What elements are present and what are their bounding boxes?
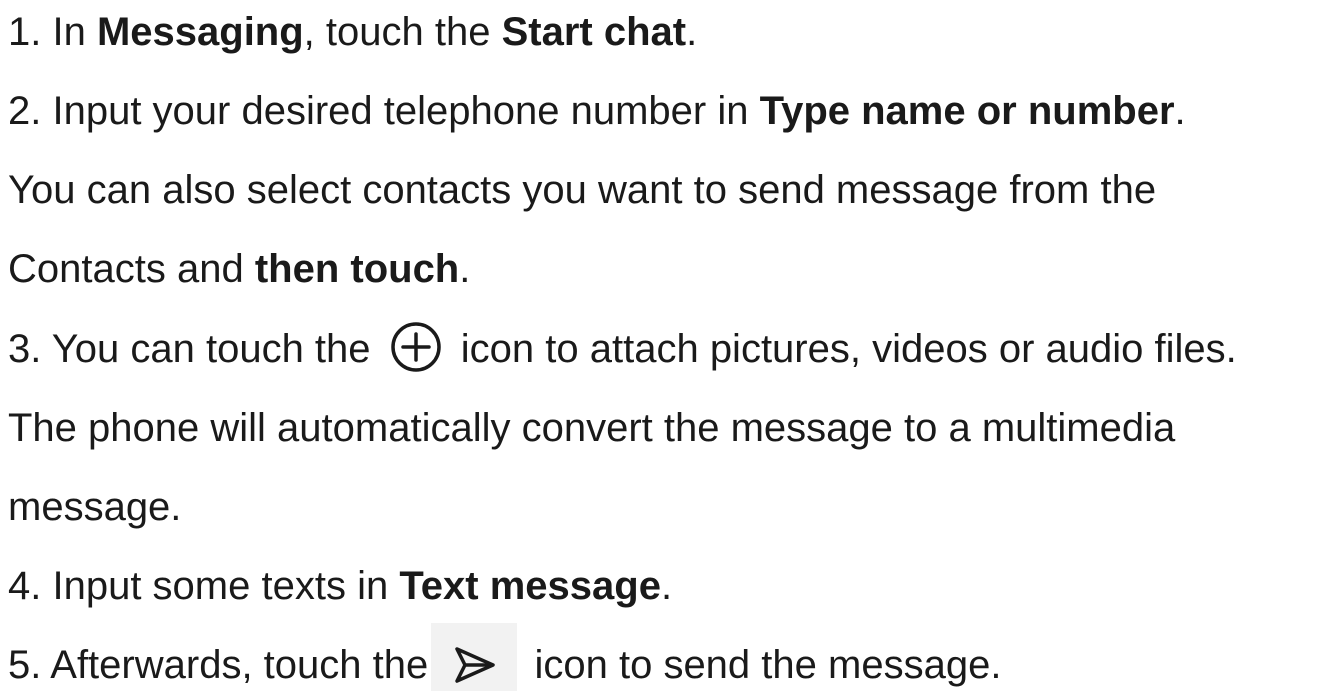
step-2-continuation-2: Contacts and then touch. bbox=[8, 245, 470, 293]
step-2-then-touch-term: then touch bbox=[254, 247, 460, 291]
step-4-prefix: 4. Input some texts in bbox=[8, 564, 400, 608]
step-5-prefix: 5. Afterwards, touch the bbox=[8, 643, 440, 687]
step-4-suffix: . bbox=[660, 564, 673, 608]
step-3-cont1-text: The phone will automatically convert the… bbox=[8, 406, 1176, 450]
step-2-suffix: . bbox=[1174, 89, 1186, 133]
step-3-line: 3. You can touch the icon to attach pict… bbox=[8, 322, 1237, 373]
step-1-start-chat-term: Start chat bbox=[501, 10, 687, 54]
plus-circle-icon bbox=[382, 321, 450, 373]
step-1-line: 1. In Messaging, touch the Start chat. bbox=[8, 8, 697, 56]
step-2-continuation-1: You can also select contacts you want to… bbox=[8, 166, 1156, 214]
step-3-suffix: icon to attach pictures, videos or audio… bbox=[449, 327, 1237, 371]
step-2-cont1-text: You can also select contacts you want to… bbox=[8, 168, 1157, 212]
step-2-line: 2. Input your desired telephone number i… bbox=[8, 87, 1186, 135]
step-5-line: 5. Afterwards, touch the icon to send th… bbox=[8, 623, 1002, 691]
step-5-suffix: icon to send the message. bbox=[523, 643, 1002, 687]
step-1-middle: , touch the bbox=[303, 10, 502, 54]
step-4-line: 4. Input some texts in Text message. bbox=[8, 562, 672, 610]
step-2-cont2-suffix: . bbox=[459, 247, 471, 291]
step-2-prefix: 2. Input your desired telephone number i… bbox=[8, 89, 760, 133]
send-arrow-icon bbox=[431, 623, 518, 691]
step-3-continuation-2: message. bbox=[8, 483, 181, 531]
step-1-suffix: . bbox=[686, 10, 698, 54]
step-3-continuation-1: The phone will automatically convert the… bbox=[8, 404, 1175, 452]
step-3-cont2-text: message. bbox=[8, 485, 182, 529]
step-2-type-name-term: Type name or number bbox=[759, 89, 1175, 133]
step-3-prefix: 3. You can touch the bbox=[8, 327, 382, 371]
step-1-messaging-term: Messaging bbox=[96, 10, 304, 54]
step-2-cont2-prefix: Contacts and bbox=[8, 247, 255, 291]
step-1-prefix: 1. In bbox=[8, 10, 97, 54]
step-4-text-message-term: Text message bbox=[399, 564, 661, 608]
